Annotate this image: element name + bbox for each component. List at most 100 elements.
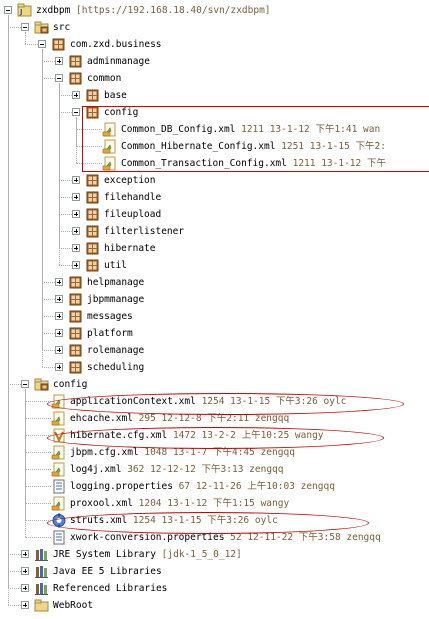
expand-toggle-icon[interactable] xyxy=(21,550,29,558)
tree-row-hibernate-cfg-xml[interactable]: hibernate.cfg.xml 1472 13-2-2 上午10:25 wa… xyxy=(0,427,429,444)
tree-row-logging-properties[interactable]: logging.properties 67 12-11-26 上午10:03 z… xyxy=(0,478,429,495)
tree-item-label: applicationContext.xml xyxy=(70,396,196,407)
tree-row-scheduling[interactable]: scheduling xyxy=(0,359,429,376)
tree-item-label: config xyxy=(53,379,88,390)
tree-row-webroot[interactable]: WebRoot xyxy=(0,597,429,614)
expand-toggle-icon[interactable] xyxy=(21,601,29,609)
expand-toggle-icon[interactable] xyxy=(55,57,63,65)
tree-item-label: hibernate.cfg.xml xyxy=(70,430,168,441)
expand-toggle-icon[interactable] xyxy=(55,295,63,303)
tree-row-hibernate[interactable]: hibernate xyxy=(0,240,429,257)
tree-row-messages[interactable]: messages xyxy=(0,308,429,325)
collapse-toggle-icon[interactable] xyxy=(38,40,46,48)
tree-row-applicationcontext-xml[interactable]: applicationContext.xml 1254 13-1-15 下午3:… xyxy=(0,393,429,410)
tree-item-label: scheduling xyxy=(87,362,145,373)
tree-item-label: Common_Hibernate_Config.xml xyxy=(121,141,276,152)
tree-row-src[interactable]: src xyxy=(0,19,429,36)
expand-toggle-icon[interactable] xyxy=(72,261,80,269)
expand-toggle-icon[interactable] xyxy=(72,244,80,252)
expand-toggle-icon[interactable] xyxy=(21,567,29,575)
tree-item-svn-info: 1254 13-1-15 下午3:26 oylc xyxy=(195,396,347,407)
tree-item-svn-info: 1472 13-2-2 上午10:25 wangy xyxy=(167,430,324,441)
tree-row-proxool-xml[interactable]: proxool.xml 1204 13-1-12 下午1:15 wangy xyxy=(0,495,429,512)
expand-toggle-icon[interactable] xyxy=(72,91,80,99)
tree-row-jbpm-cfg-xml[interactable]: jbpm.cfg.xml 1048 13-1-7 下午4:45 zengqq xyxy=(0,444,429,461)
folder-icon xyxy=(34,598,50,613)
tree-row-exception[interactable]: exception xyxy=(0,172,429,189)
tree-row-fileupload[interactable]: fileupload xyxy=(0,206,429,223)
expand-toggle-icon[interactable] xyxy=(55,312,63,320)
tree-row-common[interactable]: common xyxy=(0,70,429,87)
package-icon xyxy=(68,309,84,324)
tree-item-label: fileupload xyxy=(104,209,162,220)
tree-row-struts-xml[interactable]: struts.xml 1254 13-1-15 下午3:26 oylc xyxy=(0,512,429,529)
tree-row-common-hibernate-config-xml[interactable]: Common_Hibernate_Config.xml 1251 13-1-15… xyxy=(0,138,429,155)
expand-toggle-icon[interactable] xyxy=(72,227,80,235)
library-icon xyxy=(34,581,50,596)
package-icon xyxy=(85,241,101,256)
tree-item-label: ehcache.xml xyxy=(70,413,133,424)
tree-row-filehandle[interactable]: filehandle xyxy=(0,189,429,206)
tree-row-com-zxd-business[interactable]: com.zxd.business xyxy=(0,36,429,53)
tree-item-svn-info: 1204 13-1-12 下午1:15 wangy xyxy=(132,498,290,509)
tree-item-label: filehandle xyxy=(104,192,162,203)
tree-row-adminmanage[interactable]: adminmanage xyxy=(0,53,429,70)
project-icon: J xyxy=(17,3,33,18)
svg-text:J: J xyxy=(19,8,23,16)
tree-item-label: jbpmmanage xyxy=(87,294,145,305)
expand-toggle-icon[interactable] xyxy=(55,278,63,286)
tree-row-ehcache-xml[interactable]: ehcache.xml 295 12-12-8 下午2:11 zengqq xyxy=(0,410,429,427)
package-icon xyxy=(51,37,67,52)
tree-row-base[interactable]: base xyxy=(0,87,429,104)
expand-toggle-icon[interactable] xyxy=(72,176,80,184)
tree-row-platform[interactable]: platform xyxy=(0,325,429,342)
collapse-toggle-icon[interactable] xyxy=(55,74,63,82)
tree-row-helpmanage[interactable]: helpmanage xyxy=(0,274,429,291)
tree-row-jre-system-library[interactable]: JRE System Library [jdk-1_5_0_12] xyxy=(0,546,429,563)
tree-row-referenced-libraries[interactable]: Referenced Libraries xyxy=(0,580,429,597)
tree-item-label: proxool.xml xyxy=(70,498,133,509)
tree-row-log4j-xml[interactable]: log4j.xml 362 12-12-12 下午3:13 zengqq xyxy=(0,461,429,478)
tree-item-label: common xyxy=(87,73,122,84)
tree-item-label: logging.properties xyxy=(70,481,173,492)
expand-toggle-icon[interactable] xyxy=(72,210,80,218)
tree-item-label: log4j.xml xyxy=(70,464,122,475)
tree-row-config[interactable]: config xyxy=(0,376,429,393)
struts-file-icon xyxy=(51,513,67,528)
tree-row-common-transaction-config-xml[interactable]: Common_Transaction_Config.xml 1211 13-1-… xyxy=(0,155,429,172)
tree-row-config[interactable]: config xyxy=(0,104,429,121)
expand-toggle-icon[interactable] xyxy=(72,193,80,201)
package-icon xyxy=(68,54,84,69)
expand-toggle-icon[interactable] xyxy=(55,329,63,337)
tree-item-label: src xyxy=(53,22,71,33)
tree-item-svn-info: 1251 13-1-15 下午2: xyxy=(275,141,386,152)
package-icon xyxy=(85,88,101,103)
package-icon xyxy=(85,224,101,239)
xml-file-icon xyxy=(51,496,67,511)
tree-row-filterlistener[interactable]: filterlistener xyxy=(0,223,429,240)
collapse-toggle-icon[interactable] xyxy=(4,6,12,14)
tree-item-label: zxdbpm xyxy=(36,5,71,16)
collapse-toggle-icon[interactable] xyxy=(21,380,29,388)
tree-item-label: hibernate xyxy=(104,243,156,254)
tree-item-label: base xyxy=(104,90,127,101)
expand-toggle-icon[interactable] xyxy=(55,363,63,371)
tree-row-jbpmmanage[interactable]: jbpmmanage xyxy=(0,291,429,308)
expand-toggle-icon[interactable] xyxy=(55,346,63,354)
tree-item-label: JRE System Library xyxy=(53,549,156,560)
tree-row-rolemanage[interactable]: rolemanage xyxy=(0,342,429,359)
collapse-toggle-icon[interactable] xyxy=(72,108,80,116)
tree-row-common-db-config-xml[interactable]: Common_DB_Config.xml 1211 13-1-12 下午1:41… xyxy=(0,121,429,138)
tree-row-util[interactable]: util xyxy=(0,257,429,274)
tree-row-zxdbpm[interactable]: Jzxdbpm [https://192.168.18.40/svn/zxdbp… xyxy=(0,2,429,19)
collapse-toggle-icon[interactable] xyxy=(21,23,29,31)
properties-file-icon xyxy=(51,479,67,494)
tree-row-java-ee-5-libraries[interactable]: Java EE 5 Libraries xyxy=(0,563,429,580)
expand-toggle-icon[interactable] xyxy=(21,584,29,592)
tree-item-label: Java EE 5 Libraries xyxy=(53,566,162,577)
xml-file-icon xyxy=(51,445,67,460)
xml-file-icon xyxy=(51,462,67,477)
tree-item-svn-info: [https://192.168.18.40/svn/zxdbpm] xyxy=(70,5,271,16)
source-folder-icon xyxy=(34,377,50,392)
tree-row-xwork-conversion-properties[interactable]: xwork-conversion.properties 52 12-11-22 … xyxy=(0,529,429,546)
